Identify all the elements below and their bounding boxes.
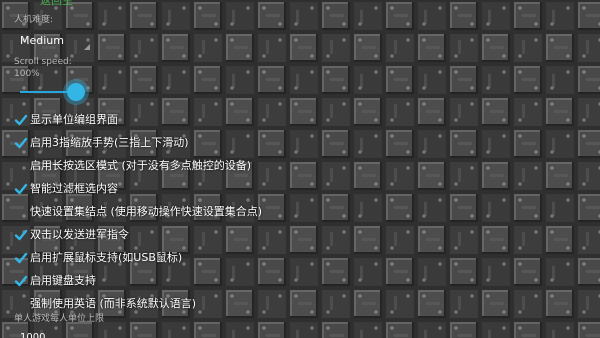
unit-cap-label: 单人游戏每人单位上限 (14, 314, 105, 324)
checkmark-icon[interactable] (14, 251, 28, 265)
checkmark-icon[interactable] (14, 228, 28, 242)
back-to-main-partial[interactable]: 返回主 (40, 0, 73, 8)
slider-thumb[interactable] (67, 83, 85, 101)
unit-cap-input[interactable]: 1000 (20, 332, 45, 338)
option-row[interactable]: 显示单位编组界面 (14, 110, 344, 130)
option-row[interactable]: 启用长按选区模式 (对于没有多点触控的设备) (14, 156, 344, 176)
checkmark-icon[interactable] (14, 274, 28, 288)
option-row[interactable]: 启用3指缩放手势(三指上下滑动) (14, 133, 344, 153)
option-label: 启用扩展鼠标支持(如USB鼠标) (30, 251, 183, 264)
checkmark-icon[interactable] (14, 136, 28, 150)
difficulty-label: 人机难度: (14, 15, 54, 25)
option-label: 快速设置集结点 (使用移动操作快速设置集合点) (30, 205, 263, 218)
option-label: 双击以发送进军指令 (30, 228, 129, 241)
dropdown-corner-icon (84, 44, 90, 50)
difficulty-value: Medium (20, 34, 64, 47)
option-label: 启用键盘支持 (30, 274, 96, 287)
option-row[interactable]: 启用扩展鼠标支持(如USB鼠标) (14, 248, 344, 268)
unchecked-box[interactable] (14, 297, 28, 311)
option-row[interactable]: 双击以发送进军指令 (14, 225, 344, 245)
checkmark-icon[interactable] (14, 182, 28, 196)
unchecked-box[interactable] (14, 159, 28, 173)
option-label: 强制使用英语 (而非系统默认语言) (30, 297, 197, 310)
option-row[interactable]: 智能过滤框选内容 (14, 179, 344, 199)
option-label: 智能过滤框选内容 (30, 182, 118, 195)
checkmark-icon[interactable] (14, 113, 28, 127)
option-row[interactable]: 快速设置集结点 (使用移动操作快速设置集合点) (14, 202, 344, 222)
option-label: 启用长按选区模式 (对于没有多点触控的设备) (30, 159, 252, 172)
scroll-speed-label: Scroll speed: (14, 57, 72, 67)
unchecked-box[interactable] (14, 205, 28, 219)
option-label: 显示单位编组界面 (30, 113, 118, 126)
difficulty-dropdown[interactable]: Medium (14, 30, 92, 52)
option-row[interactable]: 启用键盘支持 (14, 271, 344, 291)
scroll-speed-value: 100% (14, 69, 40, 79)
option-label: 启用3指缩放手势(三指上下滑动) (30, 136, 189, 149)
option-row[interactable]: 强制使用英语 (而非系统默认语言) (14, 294, 344, 314)
scroll-speed-slider[interactable] (14, 80, 94, 104)
